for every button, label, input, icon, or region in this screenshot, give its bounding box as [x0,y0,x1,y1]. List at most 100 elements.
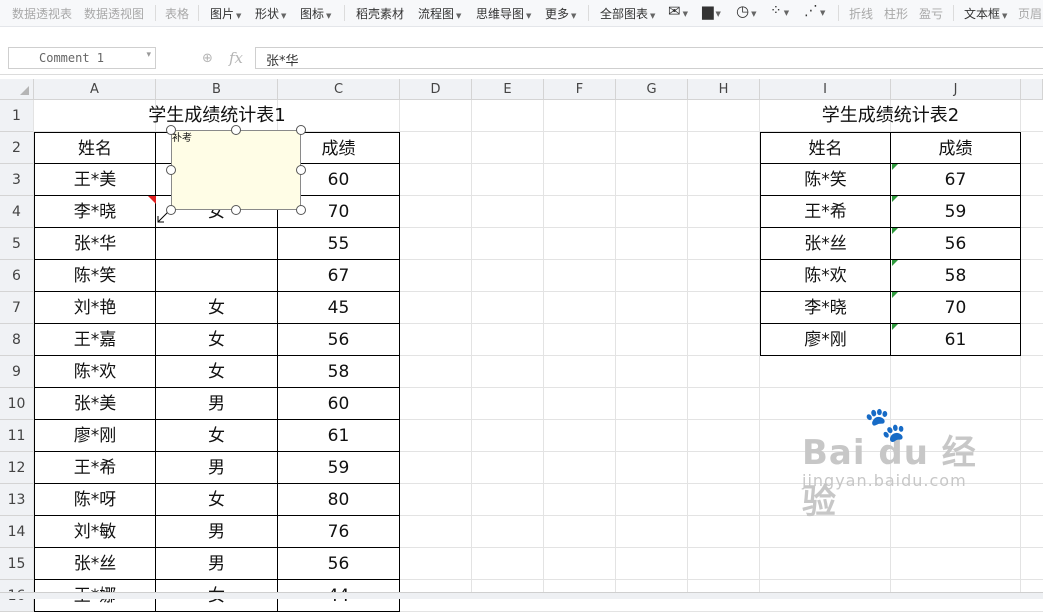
function-icon[interactable]: fx [229,49,243,67]
chevron-down-icon[interactable]: ▾ [146,50,151,60]
envelope-chart-icon[interactable]: ✉ ▼ [668,2,688,20]
table1-cell[interactable]: 45 [278,292,400,324]
resize-handle[interactable] [166,205,176,215]
column-header-i[interactable]: I [760,79,891,100]
column-header-j[interactable]: J [891,79,1021,100]
table1-cell[interactable]: 80 [278,484,400,516]
column-header-g[interactable]: G [616,79,688,100]
table1-cell[interactable]: 女 [156,420,278,452]
table1-cell[interactable]: 女 [156,324,278,356]
table1-cell[interactable]: 女 [156,484,278,516]
picture-button[interactable]: 图片 ▼ [210,5,241,22]
table2-header-cell[interactable]: 姓名 [760,132,891,164]
row-header-9[interactable]: 9 [0,356,34,388]
table1-cell[interactable]: 刘*敏 [34,516,156,548]
table1-cell[interactable]: 男 [156,452,278,484]
row-header-11[interactable]: 11 [0,420,34,452]
textbox-button[interactable]: 文本框 ▼ [964,5,1007,22]
row-header-10[interactable]: 10 [0,388,34,420]
table2-cell[interactable]: 61 [891,324,1021,356]
pivot-chart-button[interactable]: 数据透视图 [84,5,144,22]
resize-handle[interactable] [296,205,306,215]
table1-cell[interactable]: 61 [278,420,400,452]
table1-cell[interactable]: 女 [156,356,278,388]
table1-cell[interactable]: 李*晓 [34,196,156,228]
table1-cell[interactable]: 王*嘉 [34,324,156,356]
table1-header-cell[interactable]: 姓名 [34,132,156,164]
table1-cell[interactable]: 陈*呀 [34,484,156,516]
all-charts-button[interactable]: 全部图表 ▼ [600,5,655,22]
sparkline-winloss-button[interactable]: 盈亏 [919,5,943,22]
row-header-2[interactable]: 2 [0,132,34,164]
docer-material-button[interactable]: 稻壳素材 [356,5,404,22]
table1-cell[interactable]: 男 [156,388,278,420]
table2-cell[interactable]: 67 [891,164,1021,196]
bar-chart-icon[interactable]: ▆ ▼ [702,2,721,20]
table2-cell[interactable]: 陈*笑 [760,164,891,196]
header-footer-button[interactable]: 页眉 [1018,5,1042,22]
column-header-c[interactable]: C [278,79,400,100]
column-header-b[interactable]: B [156,79,278,100]
table2-cell[interactable]: 陈*欢 [760,260,891,292]
pivot-table-button[interactable]: 数据透视表 [12,5,72,22]
column-header-e[interactable]: E [472,79,544,100]
formula-input[interactable]: 张*华 [255,47,1043,69]
table2-cell[interactable]: 李*晓 [760,292,891,324]
column-header-extra[interactable] [1021,79,1043,100]
shape-button[interactable]: 形状 ▼ [255,5,286,22]
resize-handle[interactable] [166,165,176,175]
table2-cell[interactable]: 58 [891,260,1021,292]
table1-cell[interactable] [156,228,278,260]
icon-button[interactable]: 图标 ▼ [300,5,331,22]
table1-cell[interactable]: 女 [156,292,278,324]
table2-cell[interactable]: 廖*刚 [760,324,891,356]
table2-cell[interactable]: 70 [891,292,1021,324]
row-header-12[interactable]: 12 [0,452,34,484]
scatter-chart-icon[interactable]: ⁘ ▼ [770,3,789,19]
row-header-13[interactable]: 13 [0,484,34,516]
table1-cell[interactable]: 60 [278,388,400,420]
table1-cell[interactable]: 男 [156,548,278,580]
table2-cell[interactable]: 56 [891,228,1021,260]
table1-cell[interactable]: 55 [278,228,400,260]
resize-handle[interactable] [231,205,241,215]
scatter-chart2-icon[interactable]: ⋰ ▼ [804,3,825,19]
table1-cell[interactable]: 刘*艳 [34,292,156,324]
table1-cell[interactable]: 56 [278,324,400,356]
table1-cell[interactable]: 王*美 [34,164,156,196]
row-header-5[interactable]: 5 [0,228,34,260]
row-header-7[interactable]: 7 [0,292,34,324]
table1-cell[interactable]: 张*丝 [34,548,156,580]
row-header-8[interactable]: 8 [0,324,34,356]
column-header-h[interactable]: H [688,79,760,100]
sparkline-line-button[interactable]: 折线 [849,5,873,22]
table1-cell[interactable]: 张*华 [34,228,156,260]
row-header-14[interactable]: 14 [0,516,34,548]
table1-cell[interactable]: 59 [278,452,400,484]
resize-handle[interactable] [231,125,241,135]
table1-cell[interactable]: 廖*刚 [34,420,156,452]
resize-handle[interactable] [296,165,306,175]
table1-cell[interactable]: 67 [278,260,400,292]
column-header-f[interactable]: F [544,79,616,100]
row-header-3[interactable]: 3 [0,164,34,196]
flowchart-button[interactable]: 流程图 ▼ [418,5,461,22]
table1-cell[interactable]: 张*美 [34,388,156,420]
name-box[interactable]: Comment 1 ▾ [8,47,156,69]
table1-cell[interactable]: 58 [278,356,400,388]
table1-cell[interactable]: 陈*欢 [34,356,156,388]
more-button[interactable]: 更多 ▼ [545,5,576,22]
row-header-4[interactable]: 4 [0,196,34,228]
sparkline-column-button[interactable]: 柱形 [884,5,908,22]
column-header-a[interactable]: A [34,79,156,100]
table1-cell[interactable]: 王*希 [34,452,156,484]
table1-cell[interactable] [156,260,278,292]
resize-handle[interactable] [296,125,306,135]
table1-cell[interactable]: 男 [156,516,278,548]
table-button[interactable]: 表格 [165,5,189,22]
zoom-icon[interactable]: ⊕ [202,51,213,66]
table1-cell[interactable]: 76 [278,516,400,548]
table2-header-cell[interactable]: 成绩 [891,132,1021,164]
row-header-15[interactable]: 15 [0,548,34,580]
table1-cell[interactable]: 56 [278,548,400,580]
